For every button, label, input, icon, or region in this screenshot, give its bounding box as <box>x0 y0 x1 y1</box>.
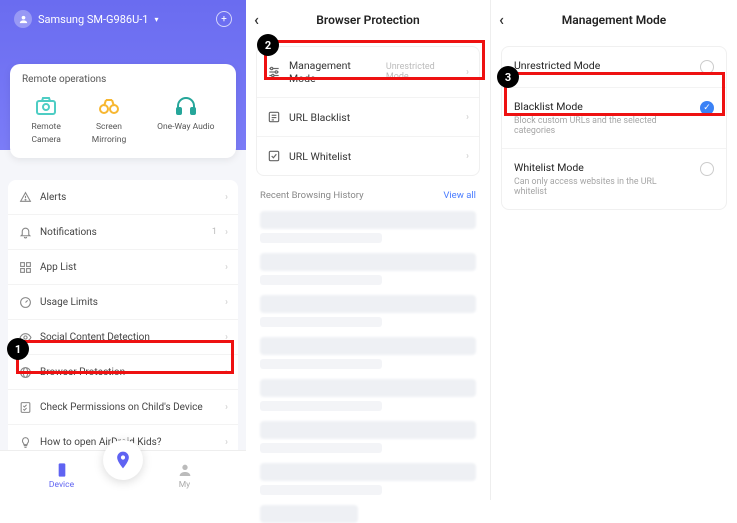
chevron-right-icon: › <box>225 192 228 203</box>
step-badge-1: 1 <box>7 338 29 360</box>
device-name: Samsung SM-G986U-1 <box>38 13 148 26</box>
step-highlight-2 <box>264 40 485 80</box>
headphones-icon <box>173 93 199 119</box>
checklist-icon <box>18 400 32 414</box>
step-highlight-3 <box>504 72 725 116</box>
location-icon <box>113 450 133 470</box>
chevron-right-icon: › <box>225 437 228 448</box>
view-all-link[interactable]: View all <box>443 190 476 201</box>
step-highlight-1 <box>16 340 234 374</box>
chevron-right-icon: › <box>225 297 228 308</box>
grid-icon <box>18 260 32 274</box>
bell-icon <box>18 225 32 239</box>
gauge-icon <box>18 295 32 309</box>
screen-mirroring-button[interactable]: Screen Mirroring <box>92 93 126 146</box>
menu-alerts[interactable]: Alerts › <box>8 180 238 215</box>
row-url-whitelist[interactable]: URL Whitelist › <box>257 137 479 175</box>
radio-whitelist[interactable] <box>700 162 714 176</box>
menu-check-permissions[interactable]: Check Permissions on Child's Device › <box>8 390 238 425</box>
step-badge-3: 3 <box>497 66 519 88</box>
panel-header: ‹ Browser Protection <box>246 0 490 40</box>
lightbulb-icon <box>18 435 32 449</box>
blocked-list-icon <box>267 110 281 124</box>
device-selector[interactable]: Samsung SM-G986U-1 ▾ + <box>0 0 246 34</box>
chevron-right-icon: › <box>466 151 469 162</box>
chevron-right-icon: › <box>225 262 228 273</box>
person-icon <box>177 462 193 478</box>
menu-notifications[interactable]: Notifications 1 › <box>8 215 238 250</box>
panel-title: Management Mode <box>562 13 666 27</box>
dropdown-caret-icon: ▾ <box>154 15 158 24</box>
main-menu: Alerts › Notifications 1 › App List › Us… <box>8 180 238 459</box>
step-badge-2: 2 <box>257 34 279 56</box>
chevron-right-icon: › <box>225 227 228 238</box>
menu-usage-limits[interactable]: Usage Limits › <box>8 285 238 320</box>
history-label: Recent Browsing History <box>260 190 364 201</box>
menu-app-list[interactable]: App List › <box>8 250 238 285</box>
panel-header: ‹ Management Mode <box>491 0 737 40</box>
history-list-blurred <box>246 211 490 523</box>
phone-icon <box>54 462 70 478</box>
back-button[interactable]: ‹ <box>254 10 259 29</box>
one-way-audio-button[interactable]: One-Way Audio <box>157 93 214 146</box>
back-button[interactable]: ‹ <box>499 10 504 29</box>
alert-icon <box>18 190 32 204</box>
mode-whitelist[interactable]: Whitelist Mode Can only access websites … <box>502 149 726 209</box>
location-fab[interactable] <box>103 440 143 480</box>
remote-camera-button[interactable]: Remote Camera <box>31 93 60 146</box>
device-header: Samsung SM-G986U-1 ▾ + Remote operations… <box>0 0 246 150</box>
allowed-list-icon <box>267 149 281 163</box>
remote-operations-title: Remote operations <box>16 74 230 93</box>
person-icon <box>14 10 32 28</box>
remote-operations-card: Remote operations Remote Camera Screen M… <box>10 64 236 158</box>
device-panel: Samsung SM-G986U-1 ▾ + Remote operations… <box>0 0 246 500</box>
panel-title: Browser Protection <box>316 13 419 27</box>
chevron-right-icon: › <box>225 402 228 413</box>
camera-icon <box>33 93 59 119</box>
row-url-blacklist[interactable]: URL Blacklist › <box>257 98 479 137</box>
binoculars-icon <box>96 93 122 119</box>
chevron-right-icon: › <box>466 112 469 123</box>
add-device-button[interactable]: + <box>216 11 232 27</box>
